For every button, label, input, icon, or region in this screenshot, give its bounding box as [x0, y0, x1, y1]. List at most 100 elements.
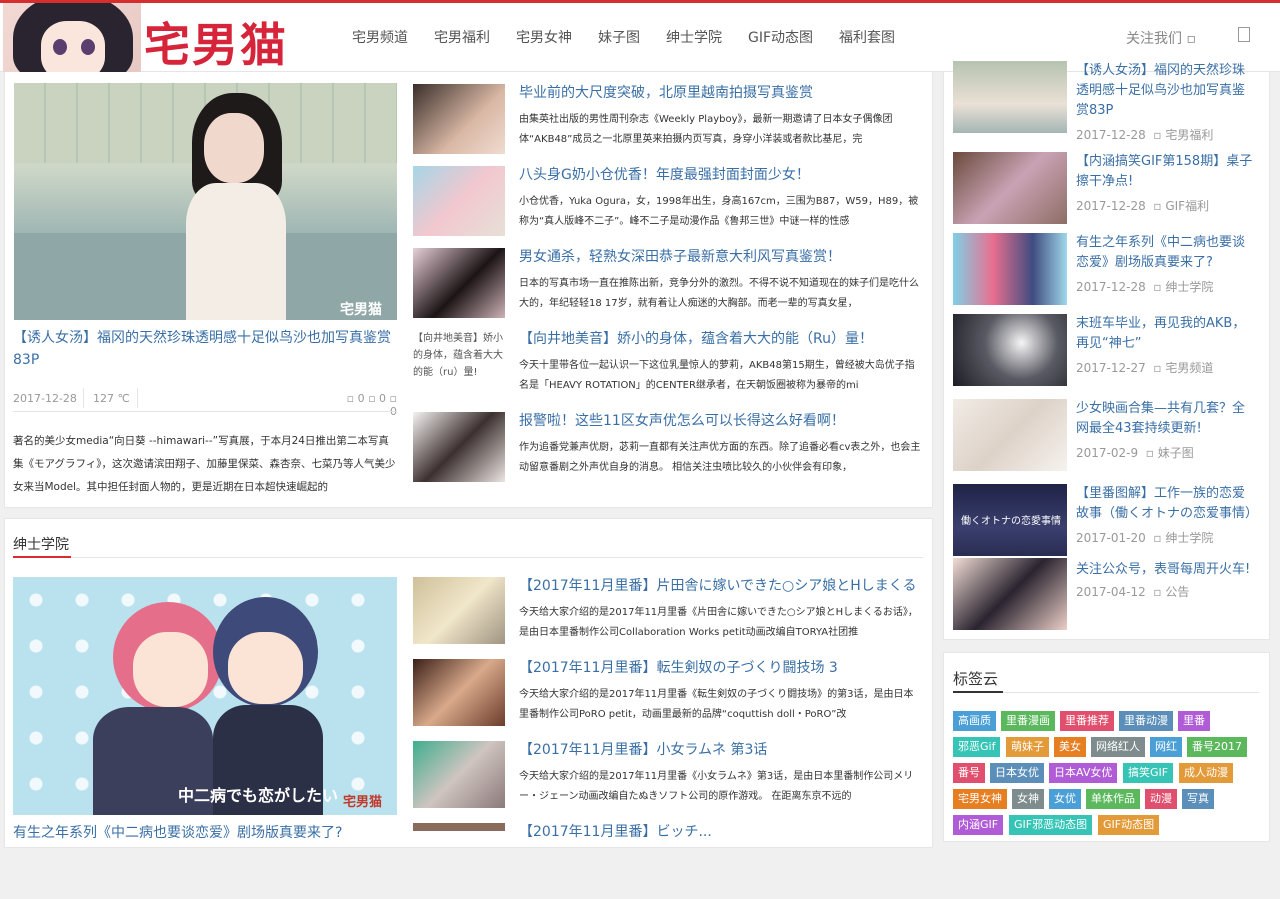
article-thumbnail[interactable]: [413, 412, 505, 482]
article-thumbnail[interactable]: [413, 166, 505, 236]
nav-item-photo-sets[interactable]: 福利套图: [839, 27, 895, 47]
sidebar-item-title[interactable]: 【里番图解】工作一族的恋爱故事（働くオトナの恋爱事情）: [1076, 484, 1258, 524]
featured-watermark: 宅男猫: [340, 302, 382, 318]
list-item[interactable]: 【2017年11月里番】転生剣奴の子づくり闘技场 3 今天给大家介绍的是2017…: [413, 659, 923, 735]
site-logo[interactable]: 宅男猫: [144, 9, 288, 75]
tag-item[interactable]: 成人动漫: [1179, 763, 1233, 783]
sidebar-thumbnail[interactable]: [953, 233, 1067, 305]
featured-title[interactable]: 【诱人女汤】福冈的天然珍珠透明感十足似鸟沙也加写真鉴赏83P: [13, 327, 397, 371]
search-icon[interactable]: [1238, 27, 1250, 42]
tag-item[interactable]: 女优: [1049, 789, 1081, 809]
tag-item[interactable]: 番号2017: [1187, 737, 1247, 757]
sidebar-item[interactable]: 末班车毕业，再见我的AKB，再见“神七” 2017-12-27 ▫ 宅男频道: [953, 314, 1263, 386]
sidebar-thumbnail[interactable]: [953, 314, 1067, 386]
tag-item[interactable]: 萌妹子: [1006, 737, 1049, 757]
sidebar-item-title[interactable]: 少女映画合集—共有几套？全网最全43套持续更新!: [1076, 399, 1256, 439]
tag-item[interactable]: GIF邪恶动态图: [1009, 815, 1093, 835]
list-item[interactable]: 【向井地美音】娇小的身体，蕴含着大大的能（ru）量! 【向井地美音】娇小的身体，…: [413, 330, 923, 406]
nav-item-zhainan-channel[interactable]: 宅男频道: [352, 27, 408, 47]
tag-item[interactable]: 宅男女神: [953, 789, 1007, 809]
nav-item-girls-pics[interactable]: 妹子图: [598, 27, 640, 47]
sidebar-item[interactable]: 关注公众号，表哥每周开火车! 2017-04-12 ▫ 公告: [953, 558, 1263, 630]
tag-cloud-title: 标签云: [953, 670, 999, 688]
list-item[interactable]: 八头身G奶小仓优香！年度最强封面封面少女！ 小仓优香，Yuka Ogura，女，…: [413, 166, 923, 242]
tag-item[interactable]: 番号: [953, 763, 985, 783]
article-desc: 今天十里带各位一起认识一下这位乳量惊人的萝莉，AKB48第15期生，曾经被大岛优…: [519, 360, 915, 391]
article-thumbnail[interactable]: [413, 84, 505, 154]
sidebar-item[interactable]: 【内涵搞笑GIF第158期】桌子擦干净点! 2017-12-28 ▫ GIF福利: [953, 152, 1263, 224]
nav-item-gif[interactable]: GIF动态图: [748, 27, 813, 47]
article-title[interactable]: 【2017年11月里番】転生剣奴の子づくり闘技场 3: [519, 659, 923, 677]
tag-item[interactable]: 里番漫画: [1001, 711, 1055, 731]
article-title[interactable]: 报警啦！这些11区女声优怎么可以长得这么好看啊！: [519, 412, 923, 430]
sidebar-item-meta: 2017-04-12 ▫ 公告: [1076, 585, 1190, 599]
sidebar-item-meta: 2017-02-9 ▫ 妹子图: [1076, 446, 1194, 460]
article-title[interactable]: 八头身G奶小仓优香！年度最强封面封面少女！: [519, 166, 923, 184]
nav-item-zhainan-goddess[interactable]: 宅男女神: [516, 27, 572, 47]
sidebar-thumbnail[interactable]: 働くオトナの恋愛事情: [953, 484, 1067, 556]
tag-item[interactable]: 单体作品: [1086, 789, 1140, 809]
article-title[interactable]: 【2017年11月里番】片田舎に嫁いできた○シア娘とHしまくる: [519, 577, 923, 595]
sidebar-item[interactable]: 【诱人女汤】福冈的天然珍珠透明感十足似鸟沙也加写真鉴赏83P 2017-12-2…: [953, 61, 1263, 142]
section-feature-image[interactable]: 中二病でも恋がしたい 宅男猫: [13, 577, 397, 815]
list-item[interactable]: 【2017年11月里番】片田舎に嫁いできた○シア娘とHしまくる 今天给大家介绍的…: [413, 577, 923, 653]
tag-item[interactable]: 内涵GIF: [953, 815, 1004, 835]
sidebar-thumbnail[interactable]: [953, 558, 1067, 630]
tag-item[interactable]: 美女: [1054, 737, 1086, 757]
sidebar-item-title[interactable]: 有生之年系列《中二病也要谈恋爱》剧场版真要来了?: [1076, 233, 1256, 273]
tag-item[interactable]: 动漫: [1145, 789, 1177, 809]
sidebar-item-title[interactable]: 【诱人女汤】福冈的天然珍珠透明感十足似鸟沙也加写真鉴赏83P: [1076, 61, 1256, 121]
sidebar-thumbnail[interactable]: [953, 61, 1067, 133]
tag-item[interactable]: 网红: [1150, 737, 1182, 757]
tag-item[interactable]: 里番推荐: [1060, 711, 1114, 731]
article-thumbnail[interactable]: [413, 741, 505, 808]
sidebar-thumbnail[interactable]: [953, 152, 1067, 224]
logo-avatar-image[interactable]: [3, 3, 141, 72]
sidebar-item-title[interactable]: 关注公众号，表哥每周开火车!: [1076, 560, 1256, 580]
list-item[interactable]: 报警啦！这些11区女声优怎么可以长得这么好看啊！ 作为追番党兼声优厨，苾莉一直都…: [413, 412, 923, 488]
list-item[interactable]: 毕业前的大尺度突破，北原里越南拍摄写真鉴赏 由集英社出版的男性周刊杂志《Week…: [413, 84, 923, 160]
nav-item-gentleman-academy[interactable]: 绅士学院: [666, 27, 722, 47]
article-title[interactable]: 毕业前的大尺度突破，北原里越南拍摄写真鉴赏: [519, 84, 923, 102]
tag-item[interactable]: 日本AV女优: [1049, 763, 1118, 783]
article-desc: 今天给大家介绍的是2017年11月里番《小女ラムネ》第3话，是由日本里番制作公司…: [519, 771, 914, 802]
article-desc: 小仓优香，Yuka Ogura，女，1998年出生，身高167cm，三围为B87…: [519, 196, 919, 227]
sidebar-item[interactable]: 働くオトナの恋愛事情 【里番图解】工作一族的恋爱故事（働くオトナの恋爱事情） 2…: [953, 484, 1263, 556]
tag-item[interactable]: 网络红人: [1091, 737, 1145, 757]
tag-item[interactable]: 邪恶Gif: [953, 737, 1001, 757]
tag-item[interactable]: 日本女优: [990, 763, 1044, 783]
tag-item[interactable]: 搞笑GIF: [1123, 763, 1174, 783]
tag-item[interactable]: 高画质: [953, 711, 996, 731]
list-item[interactable]: 【2017年11月里番】ビッチ...: [413, 823, 923, 899]
tag-item[interactable]: 女神: [1012, 789, 1044, 809]
follow-us-link[interactable]: 关注我们 ▫: [1126, 28, 1196, 48]
article-thumbnail[interactable]: [413, 659, 505, 726]
featured-image[interactable]: 宅男猫: [14, 83, 397, 320]
sidebar-item[interactable]: 少女映画合集—共有几套？全网最全43套持续更新! 2017-02-9 ▫ 妹子图: [953, 399, 1263, 471]
section-feature-caption[interactable]: 有生之年系列《中二病也要谈恋爱》剧场版真要来了?: [13, 822, 397, 842]
section-divider: [13, 557, 923, 558]
list-item[interactable]: 【2017年11月里番】小女ラムネ 第3话 今天给大家介绍的是2017年11月里…: [413, 741, 923, 817]
article-title[interactable]: 【向井地美音】娇小的身体，蕴含着大大的能（Ru）量！: [519, 330, 923, 348]
article-thumbnail[interactable]: [413, 248, 505, 318]
article-desc: 今天给大家介绍的是2017年11月里番《転生剣奴の子づくり闘技场》的第3话，是由…: [519, 689, 914, 720]
section-title[interactable]: 绅士学院: [13, 534, 69, 554]
nav-item-zhainan-welfare[interactable]: 宅男福利: [434, 27, 490, 47]
meta-divider: [137, 388, 138, 408]
sidebar-item-title[interactable]: 【内涵搞笑GIF第158期】桌子擦干净点!: [1076, 152, 1256, 192]
article-desc: 今天给大家介绍的是2017年11月里番《片田舎に嫁いできた○シア娘とHしまくるお…: [519, 607, 918, 638]
article-title[interactable]: 【2017年11月里番】ビッチ...: [519, 823, 923, 841]
list-item[interactable]: 男女通杀，轻熟女深田恭子最新意大利风写真鉴赏！ 日本的写真市场一直在推陈出新，竞…: [413, 248, 923, 324]
sidebar-item-title[interactable]: 末班车毕业，再见我的AKB，再见“神七”: [1076, 314, 1256, 354]
sidebar-thumbnail[interactable]: [953, 399, 1067, 471]
article-thumbnail[interactable]: [413, 577, 505, 644]
article-title[interactable]: 男女通杀，轻熟女深田恭子最新意大利风写真鉴赏！: [519, 248, 923, 266]
article-thumbnail[interactable]: [413, 823, 505, 831]
broken-image-alt[interactable]: 【向井地美音】娇小的身体，蕴含着大大的能（ru）量!: [413, 330, 505, 400]
article-title[interactable]: 【2017年11月里番】小女ラムネ 第3话: [519, 741, 923, 759]
sidebar-item[interactable]: 有生之年系列《中二病也要谈恋爱》剧场版真要来了? 2017-12-28 ▫ 绅士…: [953, 233, 1263, 305]
tag-item[interactable]: 写真: [1182, 789, 1214, 809]
tag-item[interactable]: 里番动漫: [1119, 711, 1173, 731]
tag-item[interactable]: GIF动态图: [1098, 815, 1160, 835]
tag-item[interactable]: 里番: [1178, 711, 1210, 731]
